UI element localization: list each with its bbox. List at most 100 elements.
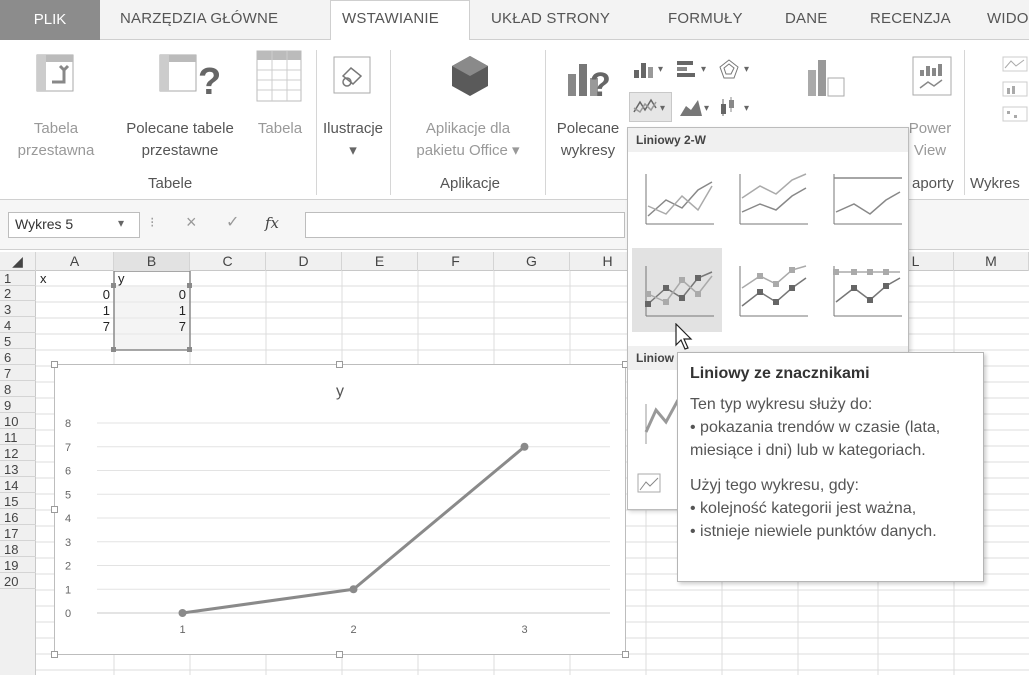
row-header[interactable]: 16 (0, 510, 36, 525)
column-chart-icon[interactable]: ▾ (632, 58, 672, 80)
more-line-charts-icon[interactable] (636, 472, 666, 496)
cell-B1[interactable]: y (118, 271, 125, 286)
tooltip-spacer (690, 462, 971, 474)
thumb-line[interactable] (632, 156, 722, 240)
tab-insert[interactable]: WSTAWIANIE (342, 10, 439, 27)
column-header-E[interactable]: E (342, 252, 418, 271)
resize-handle[interactable] (51, 361, 58, 368)
sparklines-icon[interactable] (1002, 56, 1029, 126)
table-label: Tabela (257, 120, 303, 137)
group-label-tables: Tabele (148, 175, 193, 192)
area-chart-icon[interactable]: ▾ (678, 96, 718, 118)
ribbon-tab-bar: PLIK NARZĘDZIA GŁÓWNE WSTAWIANIE UKŁAD S… (0, 0, 1029, 41)
row-header[interactable]: 1 (0, 271, 36, 286)
bar-chart-icon[interactable]: ▾ (675, 58, 715, 80)
pivot-chart-icon[interactable] (806, 56, 846, 100)
thumb-stacked-line-markers[interactable] (726, 248, 816, 332)
column-header-B[interactable]: B (114, 252, 190, 271)
chart-plot-area[interactable]: 0 1 2 3 4 5 6 7 8 1 2 3 (55, 365, 625, 654)
row-header[interactable]: 12 (0, 446, 36, 461)
cell-B2[interactable]: 0 (114, 287, 186, 302)
resize-handle[interactable] (336, 361, 343, 368)
thumb-100-stacked-line-markers[interactable] (820, 248, 910, 332)
recommended-pivot-label-1: Polecane tabele (126, 120, 234, 137)
pivot-table-icon[interactable] (36, 54, 76, 94)
svg-text:▾: ▾ (744, 64, 749, 75)
recommended-charts-icon[interactable]: ? (566, 56, 616, 100)
power-view-icon[interactable] (912, 56, 954, 98)
tooltip-line: • istnieje niewiele punktów danych. (690, 523, 937, 540)
insert-function-icon[interactable]: fx (265, 214, 279, 232)
resize-handle[interactable] (336, 651, 343, 658)
row-header[interactable]: 18 (0, 542, 36, 557)
svg-text:?: ? (590, 66, 611, 100)
row-header[interactable]: 20 (0, 574, 36, 589)
row-header[interactable]: 14 (0, 478, 36, 493)
row-header[interactable]: 5 (0, 334, 36, 349)
column-header-M[interactable]: M (954, 252, 1029, 271)
row-header[interactable]: 4 (0, 318, 36, 333)
cell-A1[interactable]: x (40, 271, 47, 286)
row-header[interactable]: 2 (0, 286, 36, 301)
illustrations-icon[interactable] (333, 56, 373, 96)
name-box-dropdown-icon[interactable]: ▾ (118, 216, 124, 230)
recommended-pivot-icon[interactable]: ? (150, 54, 230, 98)
y-tick-label: 4 (65, 513, 71, 525)
column-header-A[interactable]: A (36, 252, 114, 271)
stock-chart-icon[interactable]: ▾ (718, 96, 762, 118)
row-header[interactable]: 10 (0, 414, 36, 429)
formula-input[interactable] (305, 212, 625, 238)
column-header-D[interactable]: D (266, 252, 342, 271)
resize-handle[interactable] (51, 651, 58, 658)
enter-icon[interactable]: ✓ (226, 212, 239, 232)
radar-chart-icon[interactable]: ▾ (718, 58, 762, 80)
row-header[interactable]: 3 (0, 302, 36, 317)
svg-text:▾: ▾ (704, 103, 709, 114)
pivot-table-label-2: przestawna (17, 142, 95, 159)
cell-A3[interactable]: 1 (36, 303, 110, 318)
apps-for-office-icon[interactable] (448, 54, 492, 98)
thumb-100-stacked-line[interactable] (820, 156, 910, 240)
row-header[interactable]: 15 (0, 494, 36, 509)
thumb-line-with-markers-selected[interactable] (632, 248, 722, 332)
svg-text:?: ? (198, 61, 221, 98)
column-header-F[interactable]: F (418, 252, 494, 271)
resize-handle[interactable] (622, 651, 629, 658)
recommended-charts-label-1: Polecane (556, 120, 620, 137)
row-header[interactable]: 8 (0, 382, 36, 397)
cell-B4[interactable]: 7 (114, 319, 186, 334)
column-header-C[interactable]: C (190, 252, 266, 271)
y-tick-label: 8 (65, 418, 71, 430)
row-header[interactable]: 9 (0, 398, 36, 413)
cell-A4[interactable]: 7 (36, 319, 110, 334)
tab-file[interactable]: PLIK (0, 0, 100, 40)
row-header[interactable]: 17 (0, 526, 36, 541)
x-tick-label: 1 (179, 624, 185, 636)
row-header[interactable]: 7 (0, 366, 36, 381)
data-point (349, 585, 358, 594)
column-header-G[interactable]: G (494, 252, 570, 271)
line-chart-icon: ▾ (633, 98, 665, 114)
tooltip-line: Użyj tego wykresu, gdy: (690, 477, 859, 494)
cancel-icon[interactable]: × (186, 212, 197, 233)
table-icon[interactable] (256, 50, 302, 102)
row-header[interactable]: 6 (0, 350, 36, 365)
resize-handle[interactable] (51, 506, 58, 513)
tab-page-layout[interactable]: UKŁAD STRONY (491, 10, 610, 27)
row-header[interactable]: 11 (0, 430, 36, 445)
row-header[interactable]: 13 (0, 462, 36, 477)
tab-review[interactable]: RECENZJA (870, 10, 951, 27)
tab-view[interactable]: WIDO (987, 10, 1029, 27)
cell-A2[interactable]: 0 (36, 287, 110, 302)
thumb-stacked-line[interactable] (726, 156, 816, 240)
row-header[interactable]: 19 (0, 558, 36, 573)
cell-B3[interactable]: 1 (114, 303, 186, 318)
line-chart[interactable]: y 012345678123 (54, 364, 626, 655)
tab-data[interactable]: DANE (785, 10, 827, 27)
tab-home[interactable]: NARZĘDZIA GŁÓWNE (120, 10, 278, 27)
select-all-corner[interactable]: ◢ (0, 252, 36, 271)
y-tick-label: 1 (65, 584, 71, 596)
tab-formulas[interactable]: FORMUŁY (668, 10, 743, 27)
illustrations-dropdown-icon[interactable]: ▾ (318, 140, 388, 162)
apps-label-1: Aplikacje dla (425, 120, 511, 137)
